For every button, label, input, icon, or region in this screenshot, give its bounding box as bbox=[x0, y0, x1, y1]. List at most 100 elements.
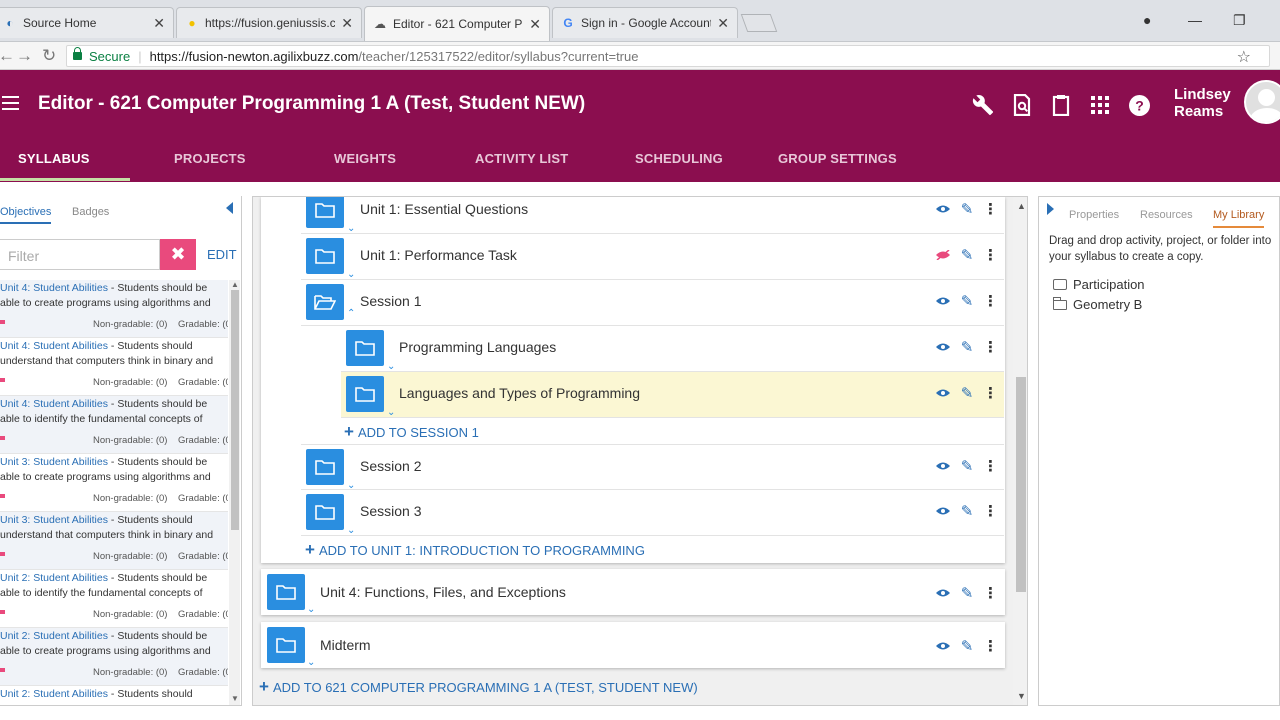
more-options-icon[interactable]: ⋮ bbox=[983, 584, 998, 602]
add-to-session-1-button[interactable]: + ADD TO SESSION 1 bbox=[344, 422, 479, 442]
syllabus-row[interactable]: ⌄ Unit 1: Performance Task ✎ ⋮ bbox=[301, 234, 1004, 280]
scrollbar-thumb[interactable] bbox=[231, 290, 239, 530]
tab-activity-list[interactable]: ACTIVITY LIST bbox=[475, 151, 568, 166]
more-options-icon[interactable]: ⋮ bbox=[983, 384, 998, 402]
clear-filter-button[interactable]: ✖ bbox=[160, 239, 196, 270]
syllabus-scrollbar[interactable]: ▲ ▼ bbox=[1013, 197, 1027, 705]
pencil-icon[interactable]: ✎ bbox=[959, 292, 975, 310]
menu-icon[interactable] bbox=[2, 96, 19, 110]
close-icon[interactable]: ✕ bbox=[717, 15, 729, 32]
user-name[interactable]: Lindsey Reams bbox=[1174, 86, 1231, 120]
syllabus-row[interactable]: ⌄ Session 3 ✎ ⋮ bbox=[301, 490, 1004, 536]
pencil-icon[interactable]: ✎ bbox=[959, 457, 975, 475]
tab-group-settings[interactable]: GROUP SETTINGS bbox=[778, 151, 897, 166]
tab-scheduling[interactable]: SCHEDULING bbox=[635, 151, 723, 166]
secure-indicator[interactable]: Secure bbox=[73, 47, 130, 64]
add-to-course-button[interactable]: + ADD TO 621 COMPUTER PROGRAMMING 1 A (TE… bbox=[259, 677, 698, 697]
chevron-down-icon[interactable]: ⌄ bbox=[347, 224, 355, 234]
pencil-icon[interactable]: ✎ bbox=[959, 200, 975, 218]
chevron-down-icon[interactable]: ⌄ bbox=[307, 658, 315, 668]
edit-objectives-link[interactable]: EDIT bbox=[207, 247, 237, 262]
new-tab-button[interactable] bbox=[740, 14, 778, 32]
eye-icon[interactable] bbox=[935, 585, 951, 601]
preview-search-icon[interactable] bbox=[1010, 93, 1034, 117]
more-options-icon[interactable]: ⋮ bbox=[983, 338, 998, 356]
close-icon[interactable]: ✕ bbox=[341, 15, 353, 32]
library-item-geometry-b[interactable]: Geometry B bbox=[1053, 296, 1142, 312]
syllabus-row[interactable]: ⌄ Languages and Types of Programming ✎ ⋮ bbox=[341, 372, 1004, 418]
eye-hidden-icon[interactable] bbox=[935, 247, 951, 263]
close-icon[interactable]: ✕ bbox=[529, 16, 541, 33]
apps-grid-icon[interactable] bbox=[1088, 93, 1112, 117]
midterm-card[interactable]: ⌄ Midterm ✎ ⋮ bbox=[261, 622, 1005, 668]
list-item[interactable]: Unit 4: Student Abilities - Students sho… bbox=[0, 280, 228, 338]
scrollbar-thumb[interactable] bbox=[1016, 377, 1026, 592]
chevron-down-icon[interactable]: ⌄ bbox=[387, 362, 395, 372]
browser-tab-source-home[interactable]: ◐ Source Home ✕ bbox=[0, 7, 174, 38]
more-options-icon[interactable]: ⋮ bbox=[983, 502, 998, 520]
close-icon[interactable]: ✕ bbox=[153, 15, 165, 32]
add-to-unit-1-button[interactable]: + ADD TO UNIT 1: INTRODUCTION TO PROGRAMM… bbox=[305, 540, 645, 560]
list-item[interactable]: Unit 2: Student Abilities - Students sho… bbox=[0, 570, 228, 628]
bookmark-star-icon[interactable]: ☆ bbox=[1237, 47, 1251, 67]
list-item[interactable]: Unit 4: Student Abilities - Students sho… bbox=[0, 338, 228, 396]
scroll-up-icon[interactable]: ▲ bbox=[231, 280, 239, 289]
pencil-icon[interactable]: ✎ bbox=[959, 637, 975, 655]
minimize-icon[interactable]: — bbox=[1188, 12, 1202, 28]
eye-icon[interactable] bbox=[935, 638, 951, 654]
avatar[interactable] bbox=[1244, 80, 1280, 124]
list-item[interactable]: Unit 3: Student Abilities - Students sho… bbox=[0, 454, 228, 512]
eye-icon[interactable] bbox=[935, 385, 951, 401]
syllabus-row[interactable]: ⌄ Programming Languages ✎ ⋮ bbox=[341, 326, 1004, 372]
scroll-down-icon[interactable]: ▼ bbox=[1017, 691, 1026, 701]
filter-input[interactable]: Filter bbox=[0, 239, 160, 270]
list-item[interactable]: Unit 4: Student Abilities - Students sho… bbox=[0, 396, 228, 454]
profile-icon[interactable]: ● bbox=[1143, 12, 1151, 28]
objectives-scrollbar[interactable]: ▲ ▼ bbox=[229, 280, 240, 705]
eye-icon[interactable] bbox=[935, 339, 951, 355]
help-icon[interactable]: ? bbox=[1127, 93, 1151, 117]
browser-tab-editor[interactable]: ☁ Editor - 621 Computer Pr ✕ bbox=[364, 6, 550, 41]
reload-icon[interactable]: ↻ bbox=[42, 46, 56, 66]
pencil-icon[interactable]: ✎ bbox=[959, 502, 975, 520]
syllabus-row[interactable]: ⌄ Session 2 ✎ ⋮ bbox=[301, 444, 1004, 491]
tab-resources[interactable]: Resources bbox=[1140, 209, 1193, 221]
pencil-icon[interactable]: ✎ bbox=[959, 246, 975, 264]
forward-icon[interactable]: → bbox=[16, 46, 33, 66]
eye-icon[interactable] bbox=[935, 503, 951, 519]
library-item-participation[interactable]: Participation bbox=[1053, 277, 1145, 292]
list-item[interactable]: Unit 3: Student Abilities - Students sho… bbox=[0, 512, 228, 570]
scroll-down-icon[interactable]: ▼ bbox=[231, 694, 239, 703]
back-icon[interactable]: ← bbox=[0, 46, 15, 66]
collapse-left-panel-icon[interactable] bbox=[226, 202, 233, 214]
chevron-down-icon[interactable]: ⌄ bbox=[347, 270, 355, 280]
chevron-up-icon[interactable]: ⌃ bbox=[347, 309, 355, 319]
url-field[interactable]: Secure | https://fusion-newton.agilixbuz… bbox=[66, 45, 1270, 67]
more-options-icon[interactable]: ⋮ bbox=[983, 246, 998, 264]
chevron-down-icon[interactable]: ⌄ bbox=[307, 605, 315, 615]
browser-tab-google-signin[interactable]: G Sign in - Google Account ✕ bbox=[552, 7, 738, 38]
more-options-icon[interactable]: ⋮ bbox=[983, 200, 998, 218]
tab-syllabus[interactable]: SYLLABUS bbox=[18, 151, 90, 166]
eye-icon[interactable] bbox=[935, 293, 951, 309]
restore-icon[interactable]: ❐ bbox=[1233, 12, 1246, 29]
scroll-up-icon[interactable]: ▲ bbox=[1017, 201, 1026, 211]
tab-weights[interactable]: WEIGHTS bbox=[334, 151, 396, 166]
tab-projects[interactable]: PROJECTS bbox=[174, 151, 246, 166]
syllabus-row[interactable]: ⌄ Unit 1: Essential Questions ✎ ⋮ bbox=[301, 197, 1004, 234]
tab-badges[interactable]: Badges bbox=[72, 206, 109, 218]
pencil-icon[interactable]: ✎ bbox=[959, 338, 975, 356]
more-options-icon[interactable]: ⋮ bbox=[983, 292, 998, 310]
tab-objectives[interactable]: Objectives bbox=[0, 206, 52, 224]
browser-tab-geniussis[interactable]: ● https://fusion.geniussis.co ✕ bbox=[176, 7, 362, 38]
tab-properties[interactable]: Properties bbox=[1069, 209, 1119, 221]
pencil-icon[interactable]: ✎ bbox=[959, 384, 975, 402]
tab-my-library[interactable]: My Library bbox=[1213, 209, 1265, 228]
eye-icon[interactable] bbox=[935, 201, 951, 217]
expand-right-panel-icon[interactable] bbox=[1047, 203, 1054, 215]
pencil-icon[interactable]: ✎ bbox=[959, 584, 975, 602]
chevron-down-icon[interactable]: ⌄ bbox=[387, 408, 395, 418]
more-options-icon[interactable]: ⋮ bbox=[983, 457, 998, 475]
list-item[interactable]: Unit 2: Student Abilities - Students sho… bbox=[0, 628, 228, 686]
more-options-icon[interactable]: ⋮ bbox=[983, 637, 998, 655]
